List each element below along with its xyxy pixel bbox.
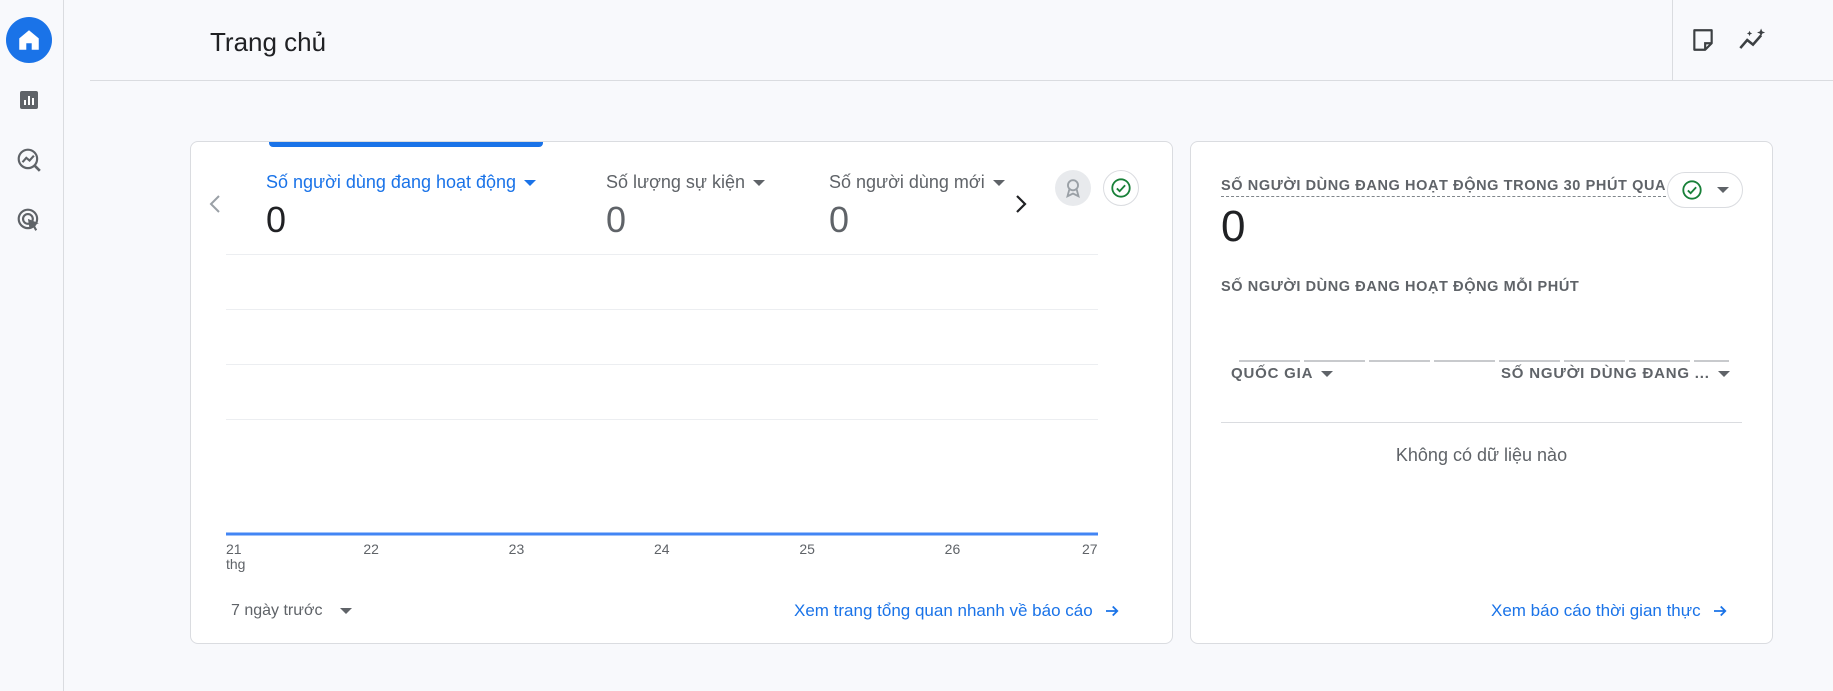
- realtime-value: 0: [1221, 202, 1246, 251]
- realtime-subtitle: SỐ NGƯỜI DÙNG ĐANG HOẠT ĐỘNG MỖI PHÚT: [1221, 279, 1580, 295]
- header-divider: [1672, 0, 1673, 80]
- chart-x-tick: 25: [799, 541, 815, 557]
- page-title: Trang chủ: [210, 27, 327, 57]
- chevron-right-icon: [1016, 195, 1027, 213]
- realtime-quality-button[interactable]: [1667, 172, 1743, 208]
- no-data-message: Không có dữ liệu nào: [1395, 445, 1568, 465]
- notes-button[interactable]: [1685, 22, 1721, 58]
- rail-reports-button[interactable]: [6, 77, 52, 123]
- chart-x-tick: 27: [1082, 541, 1098, 557]
- chart-x-tick: 23: [508, 541, 525, 557]
- rail-advertising-button[interactable]: [6, 197, 52, 243]
- nav-rail: [0, 0, 64, 691]
- metric-value: 0: [266, 199, 287, 240]
- chart-series-line: [226, 532, 1098, 536]
- advertising-icon: [17, 208, 39, 231]
- view-realtime-link[interactable]: Xem báo cáo thời gian thực: [1491, 601, 1729, 621]
- column-active-users[interactable]: SỐ NGƯỜI DÙNG ĐANG ...: [1501, 365, 1730, 382]
- metric-label: Số người dùng mới: [829, 172, 985, 192]
- overview-card: Số người dùng đang hoạt động 0 Số lượng …: [190, 141, 1173, 644]
- chart-x-tick: 21 thg: [226, 541, 246, 572]
- home-icon: [19, 30, 39, 50]
- chart-x-tick: 26: [944, 541, 961, 557]
- data-quality-button[interactable]: [1103, 170, 1139, 206]
- link-label: Xem báo cáo thời gian thực: [1491, 601, 1701, 620]
- realtime-card: SỐ NGƯỜI DÙNG ĐANG HOẠT ĐỘNG TRONG 30 PH…: [1190, 141, 1773, 644]
- reports-icon: [20, 91, 38, 109]
- metric-event-count[interactable]: Số lượng sự kiện 0: [606, 172, 765, 241]
- check-circle-icon: [1682, 180, 1702, 200]
- arrow-right-icon: [1713, 605, 1727, 617]
- caret-down-icon: [992, 179, 1005, 186]
- link-label: Xem trang tổng quan nhanh về báo cáo: [794, 601, 1093, 620]
- metric-label: Số lượng sự kiện: [606, 172, 745, 192]
- rail-home-button[interactable]: [6, 17, 52, 63]
- chart-x-tick: 24: [654, 541, 670, 557]
- column-country[interactable]: QUỐC GIA: [1231, 365, 1334, 382]
- metric-value: 0: [829, 199, 850, 240]
- metric-new-users[interactable]: Số người dùng mới 0: [829, 172, 1005, 241]
- date-range-label: 7 ngày trước: [231, 602, 323, 619]
- arrow-right-icon: [1105, 605, 1119, 617]
- caret-down-icon: [340, 608, 353, 614]
- award-icon: [1066, 179, 1080, 198]
- note-icon: [1693, 29, 1713, 51]
- metrics-next-button[interactable]: [1009, 192, 1033, 216]
- page-header: Trang chủ: [90, 0, 1833, 81]
- chart-x-tick: 22: [363, 541, 379, 557]
- metric-active-users[interactable]: Số người dùng đang hoạt động 0: [266, 172, 537, 241]
- benchmark-button[interactable]: [1055, 170, 1091, 206]
- date-range-select[interactable]: 7 ngày trước: [231, 602, 353, 620]
- table-divider: [1221, 422, 1742, 423]
- check-circle-icon: [1111, 178, 1131, 198]
- caret-down-icon: [1321, 370, 1334, 377]
- metrics-prev-button[interactable]: [203, 192, 227, 216]
- caret-down-icon: [1716, 187, 1729, 193]
- column-label: SỐ NGƯỜI DÙNG ĐANG ...: [1501, 365, 1710, 382]
- metric-label: Số người dùng đang hoạt động: [266, 172, 517, 192]
- caret-down-icon: [752, 179, 765, 186]
- chevron-left-icon: [209, 195, 220, 213]
- insights-button[interactable]: [1735, 22, 1771, 58]
- insights-icon: [1739, 28, 1766, 49]
- per-minute-bars: [1239, 360, 1729, 362]
- caret-down-icon: [524, 179, 537, 186]
- metric-value: 0: [606, 199, 627, 240]
- caret-down-icon: [1717, 370, 1730, 377]
- explore-icon: [17, 148, 41, 172]
- active-tab-indicator: [269, 142, 543, 147]
- rail-explore-button[interactable]: [6, 137, 52, 183]
- column-label: QUỐC GIA: [1231, 365, 1314, 382]
- realtime-title: SỐ NGƯỜI DÙNG ĐANG HOẠT ĐỘNG TRONG 30 PH…: [1221, 178, 1667, 197]
- view-report-snapshot-link[interactable]: Xem trang tổng quan nhanh về báo cáo: [794, 601, 1121, 621]
